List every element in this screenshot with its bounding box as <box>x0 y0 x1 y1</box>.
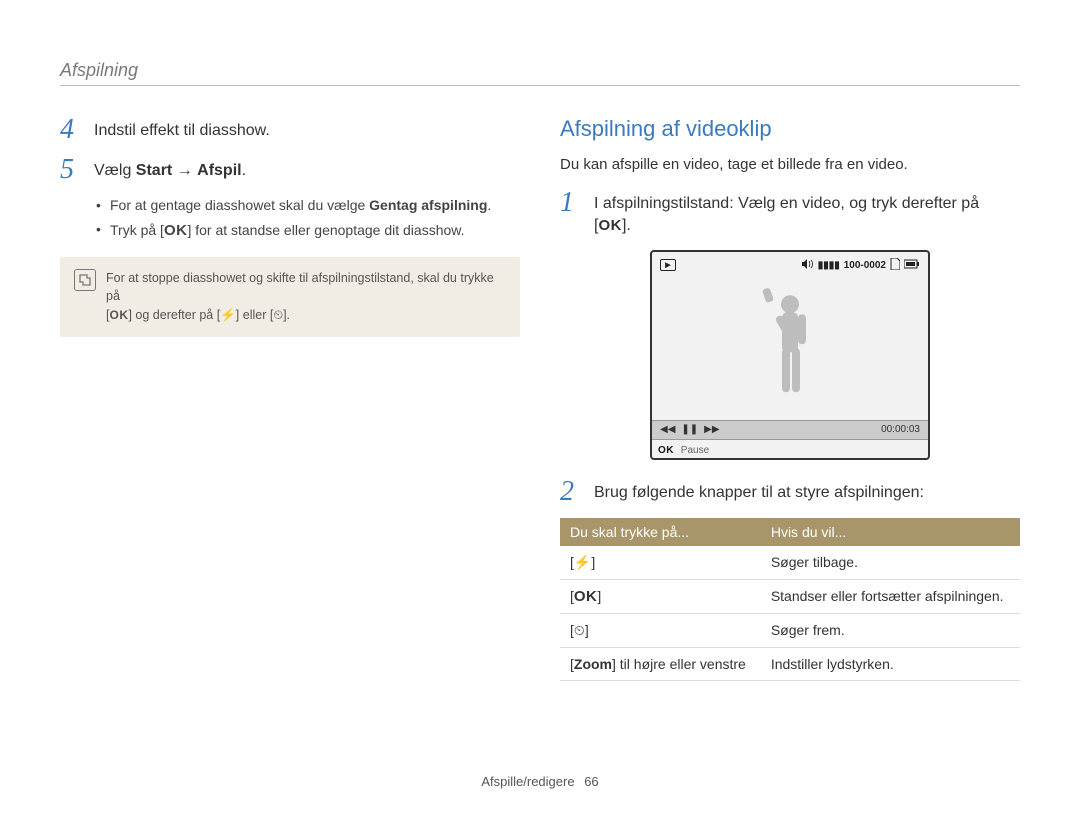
text-suffix: . <box>242 162 246 179</box>
signal-bars-icon: ▮▮▮▮ <box>818 260 840 271</box>
lightning-icon: ⚡ <box>574 554 591 570</box>
step-number: 4 <box>60 116 88 144</box>
step-number: 1 <box>560 189 588 217</box>
bold-start: Start <box>136 162 172 179</box>
pause-label: Pause <box>681 445 709 456</box>
pause-icon: ❚❚ <box>681 424 698 435</box>
key-cell: [Zoom] til højre eller venstre <box>560 647 761 680</box>
right-column: Afspilning af videoklip Du kan afspille … <box>560 116 1020 681</box>
step-text: Indstil effekt til diasshow. <box>94 116 270 142</box>
step-number: 5 <box>60 156 88 184</box>
ok-icon: OK <box>164 222 188 239</box>
screen-control-bar: ◀◀ ❚❚ ▶▶ 00:00:03 <box>652 420 928 440</box>
step-2: 2 Brug følgende knapper til at styre afs… <box>560 478 1020 506</box>
memory-card-icon <box>890 258 900 273</box>
screen-bottom-label: OK Pause <box>658 445 709 456</box>
desc-cell: Standser eller fortsætter afspilningen. <box>761 579 1020 613</box>
timer-icon: ⏲ <box>273 308 283 322</box>
step-text: I afspilningstilstand: Vælg en video, og… <box>594 189 1020 238</box>
bullet-1: For at gentage diasshowet skal du vælge … <box>96 196 520 216</box>
key-cell: [⚡] <box>560 546 761 580</box>
bullet-suffix: . <box>487 197 491 213</box>
ok-icon: OK <box>598 217 622 234</box>
footer-text: Afspille/redigere <box>481 774 574 789</box>
elapsed-time: 00:00:03 <box>881 424 920 435</box>
timer-icon: ⏲ <box>574 622 585 638</box>
key-cell: [⏲] <box>560 613 761 647</box>
table-row: [Zoom] til højre eller venstre Indstille… <box>560 647 1020 680</box>
step-text: Vælg Start → Afspil. <box>94 156 246 182</box>
desc-cell: Søger frem. <box>761 613 1020 647</box>
intro-paragraph: Du kan afspille en video, tage et billed… <box>560 154 1020 175</box>
step1-text-a: I afspilningstilstand: Vælg en video, og… <box>594 195 979 234</box>
key-text-rest: ] til højre eller venstre <box>612 656 746 672</box>
desc-cell: Indstiller lydstyrken. <box>761 647 1020 680</box>
note-text-c: ] eller [ <box>236 308 274 322</box>
ok-icon: OK <box>109 308 128 322</box>
ok-icon: OK <box>574 588 598 605</box>
page-number: 66 <box>584 774 598 789</box>
zoom-bold: Zoom <box>574 656 612 672</box>
bullet-bold: Gentag afspilning <box>369 197 487 213</box>
note-line1: For at stoppe diasshowet og skifte til a… <box>106 271 494 304</box>
table-header-key: Du skal trykke på... <box>560 518 761 546</box>
step-5: 5 Vælg Start → Afspil. <box>60 156 520 184</box>
desc-cell: Søger tilbage. <box>761 546 1020 580</box>
content-columns: 4 Indstil effekt til diasshow. 5 Vælg St… <box>60 116 1020 681</box>
screen-top-bar: ▶ ▮▮▮▮ 100-0002 <box>660 258 920 273</box>
note-box: For at stoppe diasshowet og skifte til a… <box>60 257 520 337</box>
step-4: 4 Indstil effekt til diasshow. <box>60 116 520 144</box>
sub-bullets: For at gentage diasshowet skal du vælge … <box>96 196 520 241</box>
bullet-prefix: For at gentage diasshowet skal du vælge <box>110 197 369 213</box>
arrow: → <box>172 162 197 179</box>
table-row: [OK] Standser eller fortsætter afspilnin… <box>560 579 1020 613</box>
controls-table: Du skal trykke på... Hvis du vil... [⚡] … <box>560 518 1020 681</box>
table-header-desc: Hvis du vil... <box>761 518 1020 546</box>
play-indicator-icon: ▶ <box>660 259 676 271</box>
step-text: Brug følgende knapper til at styre afspi… <box>594 478 924 504</box>
note-text: For at stoppe diasshowet og skifte til a… <box>106 269 506 325</box>
file-number: 100-0002 <box>844 260 886 271</box>
step-1: 1 I afspilningstilstand: Vælg en video, … <box>560 189 1020 238</box>
bullet-suffix: ] for at standse eller genoptage dit dia… <box>187 222 464 238</box>
person-silhouette <box>750 286 830 411</box>
page-footer: Afspille/redigere 66 <box>0 774 1080 789</box>
step1-text-b: ]. <box>622 217 631 234</box>
rewind-icon: ◀◀ <box>660 424 675 435</box>
table-row: [⏲] Søger frem. <box>560 613 1020 647</box>
lightning-icon: ⚡ <box>220 308 236 322</box>
note-text-b: ] og derefter på [ <box>128 308 220 322</box>
section-header: Afspilning <box>60 60 1020 86</box>
ok-icon: OK <box>658 445 674 456</box>
note-text-d: ]. <box>283 308 290 322</box>
forward-icon: ▶▶ <box>704 424 719 435</box>
left-column: 4 Indstil effekt til diasshow. 5 Vælg St… <box>60 116 520 681</box>
key-cell: [OK] <box>560 579 761 613</box>
bold-afspil: Afspil <box>197 162 241 179</box>
note-icon <box>74 269 96 291</box>
speaker-icon <box>802 259 814 272</box>
bullet-2: Tryk på [OK] for at standse eller genopt… <box>96 220 520 241</box>
battery-icon <box>904 259 920 272</box>
heading-video: Afspilning af videoklip <box>560 116 1020 142</box>
table-row: [⚡] Søger tilbage. <box>560 546 1020 580</box>
step-number: 2 <box>560 478 588 506</box>
bullet-prefix: Tryk på [ <box>110 222 164 238</box>
text-prefix: Vælg <box>94 162 136 179</box>
video-screen-illustration: ▶ ▮▮▮▮ 100-0002 <box>650 250 930 460</box>
